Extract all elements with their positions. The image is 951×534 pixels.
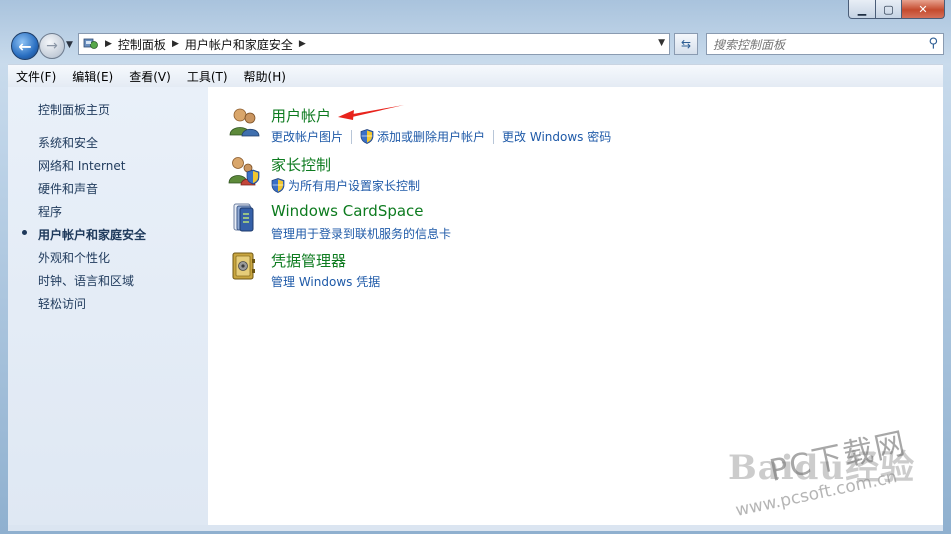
sidebar-item-programs[interactable]: 程序 (38, 203, 62, 220)
address-history-dropdown-icon[interactable]: ▼ (658, 38, 665, 48)
uac-shield-icon (360, 129, 374, 144)
menu-view[interactable]: 查看(V) (121, 68, 179, 85)
sidebar-item-control-panel-home[interactable]: 控制面板主页 (38, 101, 110, 118)
cardspace-icon[interactable] (228, 202, 260, 234)
search-box[interactable]: ⚲ (706, 33, 944, 56)
breadcrumb-separator-icon[interactable]: ▶ (105, 39, 112, 49)
sidebar: 控制面板主页 系统和安全 网络和 Internet 硬件和声音 程序 用户帐户和… (8, 87, 208, 525)
sidebar-item-network-internet[interactable]: 网络和 Internet (38, 157, 125, 174)
back-button[interactable]: ← (11, 32, 39, 60)
menu-bar: 文件(F) 编辑(E) 查看(V) 工具(T) 帮助(H) (8, 64, 943, 88)
category-title-credential-manager[interactable]: 凭据管理器 (271, 250, 346, 271)
task-change-password[interactable]: 更改 Windows 密码 (502, 128, 611, 145)
task-manage-windows-credentials[interactable]: 管理 Windows 凭据 (271, 273, 380, 290)
task-label: 管理用于登录到联机服务的信息卡 (271, 227, 452, 241)
control-panel-icon (83, 38, 98, 49)
watermark: Baidu经验 PC下载网 www.pcsoft.com.cn (728, 426, 943, 522)
task-links: 为所有用户设置家长控制 (271, 177, 420, 194)
forward-button[interactable]: → (39, 33, 65, 59)
window-controls: ▁ ▢ ✕ (848, 0, 945, 19)
sidebar-item-clock-language[interactable]: 时钟、语言和区域 (38, 272, 134, 289)
task-add-remove-accounts[interactable]: 添加或删除用户帐户 (360, 128, 485, 145)
maximize-button[interactable]: ▢ (876, 0, 902, 19)
task-label: 更改帐户图片 (271, 130, 344, 144)
sidebar-item-hardware-sound[interactable]: 硬件和声音 (38, 180, 98, 197)
menu-file[interactable]: 文件(F) (8, 68, 64, 85)
task-divider (351, 129, 353, 144)
search-input[interactable] (707, 34, 915, 56)
task-label: 添加或删除用户帐户 (377, 130, 486, 144)
task-links: 更改帐户图片 添加或删除用户帐户 更改 Windows 密码 (271, 128, 611, 145)
task-links: 管理用于登录到联机服务的信息卡 (271, 225, 451, 242)
forward-arrow-icon: → (46, 38, 58, 54)
parental-controls-icon[interactable] (228, 154, 260, 186)
uac-shield-icon (271, 178, 285, 193)
annotation-arrow-icon (338, 105, 404, 120)
back-arrow-icon: ← (18, 36, 32, 56)
refresh-icon: ⇆ (680, 37, 692, 51)
category-title-parental-controls[interactable]: 家长控制 (271, 154, 331, 175)
breadcrumb-user-accounts[interactable]: 用户帐户和家庭安全 (185, 36, 293, 53)
task-label: 管理 Windows 凭据 (271, 275, 381, 289)
breadcrumb-control-panel[interactable]: 控制面板 (118, 36, 166, 53)
task-links: 管理 Windows 凭据 (271, 273, 380, 290)
category-title-user-accounts[interactable]: 用户帐户 (271, 105, 331, 126)
search-icon[interactable]: ⚲ (928, 36, 938, 51)
title-bar: ▁ ▢ ✕ (0, 0, 951, 28)
refresh-button[interactable]: ⇆ (674, 33, 698, 55)
window-frame: ▁ ▢ ✕ ← → ▼ ▶ 控制面板 ▶ 用户帐户和家庭安全 ▶ ▼ ⇆ ⚲ (0, 0, 951, 534)
breadcrumb-separator-icon[interactable]: ▶ (172, 39, 179, 49)
recent-pages-dropdown-icon[interactable]: ▼ (66, 40, 73, 50)
task-divider (493, 129, 495, 144)
menu-tools[interactable]: 工具(T) (179, 68, 236, 85)
window-bottom-border (8, 525, 943, 531)
task-manage-information-cards[interactable]: 管理用于登录到联机服务的信息卡 (271, 225, 451, 242)
sidebar-item-user-accounts[interactable]: 用户帐户和家庭安全 (38, 226, 146, 243)
address-bar[interactable]: ▶ 控制面板 ▶ 用户帐户和家庭安全 ▶ ▼ (78, 33, 670, 55)
breadcrumb-separator-icon[interactable]: ▶ (299, 39, 306, 49)
sidebar-item-appearance[interactable]: 外观和个性化 (38, 249, 110, 266)
active-item-bullet-icon (22, 230, 27, 235)
minimize-button[interactable]: ▁ (848, 0, 876, 19)
task-label: 更改 Windows 密码 (502, 130, 612, 144)
sidebar-item-ease-of-access[interactable]: 轻松访问 (38, 295, 86, 312)
menu-edit[interactable]: 编辑(E) (64, 68, 121, 85)
task-label: 为所有用户设置家长控制 (288, 179, 421, 193)
task-change-picture[interactable]: 更改帐户图片 (271, 128, 343, 145)
task-setup-parental-controls[interactable]: 为所有用户设置家长控制 (271, 177, 420, 194)
users-icon[interactable] (228, 105, 260, 137)
credential-vault-icon[interactable] (228, 250, 260, 282)
menu-help[interactable]: 帮助(H) (236, 68, 294, 85)
navigation-bar: ← → ▼ ▶ 控制面板 ▶ 用户帐户和家庭安全 ▶ ▼ ⇆ ⚲ (0, 28, 951, 62)
sidebar-item-system-security[interactable]: 系统和安全 (38, 134, 98, 151)
category-title-cardspace[interactable]: Windows CardSpace (271, 202, 424, 220)
close-button[interactable]: ✕ (902, 0, 945, 19)
